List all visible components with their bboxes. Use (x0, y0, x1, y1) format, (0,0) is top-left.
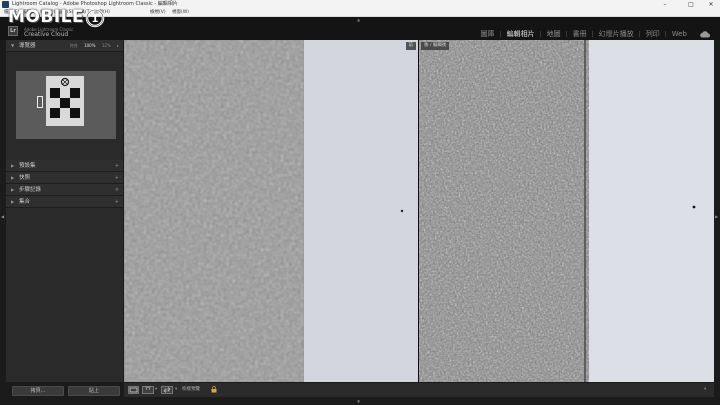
right-panel-toggle-icon[interactable]: ▶ (715, 214, 718, 219)
before-concrete-texture (124, 40, 304, 382)
toolbar-options-icon[interactable]: ▾ (704, 386, 706, 394)
checkerboard-target (50, 77, 80, 118)
module-web[interactable]: Web (667, 30, 692, 38)
before-after-mode-button[interactable]: YY (142, 386, 154, 394)
zoom-focus-box[interactable] (37, 96, 43, 108)
minimize-button[interactable]: – (654, 0, 676, 9)
navigator-zoom-options: 符合 100% 12% ▸ (65, 40, 119, 52)
collections-title: 集合 (19, 199, 31, 205)
before-view: 前 (124, 40, 418, 382)
module-book[interactable]: 書冊 (568, 29, 592, 39)
svg-text:1: 1 (92, 14, 99, 25)
loupe-view-icon (129, 387, 138, 393)
filmstrip-toggle-icon[interactable]: ▼ (357, 399, 360, 404)
mobile01-watermark: MOBILE 1 (8, 4, 105, 30)
snapshots-title: 快照 (19, 175, 31, 181)
after-label: 後 / 編輯後 (421, 42, 450, 50)
collections-header[interactable]: ▶ 集合 + (6, 196, 123, 208)
navigator-preview[interactable] (16, 71, 116, 139)
menu-bar: 檔案(F) 編輯(E) 相片(P) 設定(S) 工具(T) 檢視(V) 視窗(W… (0, 9, 720, 17)
watermark-logo-icon: 1 (85, 6, 105, 28)
expand-triangle-icon: ▶ (11, 163, 15, 168)
loupe-view-button[interactable] (128, 386, 139, 394)
soft-proofing-label: 校樣預覽 (182, 387, 200, 392)
expand-triangle-icon: ▶ (11, 175, 15, 180)
clear-history-icon[interactable]: × (115, 184, 119, 196)
after-view: 後 / 編輯後 (419, 40, 714, 382)
after-concrete-texture (419, 40, 589, 382)
left-panel-footer: 拷貝... 貼上 (6, 383, 123, 397)
soft-proofing-checkbox[interactable] (210, 386, 218, 394)
add-preset-icon[interactable]: + (115, 160, 119, 172)
expand-triangle-icon: ▶ (11, 187, 15, 192)
module-map[interactable]: 地圖 (542, 29, 566, 39)
identity-plate-subtitle: Creative Cloud (24, 31, 69, 38)
paste-settings-button[interactable]: 貼上 (68, 386, 120, 396)
after-paper-area (589, 40, 714, 382)
snapshots-header[interactable]: ▶ 快照 + (6, 172, 123, 184)
maximize-button[interactable]: □ (680, 0, 702, 9)
swap-before-after-button[interactable] (161, 386, 173, 394)
module-picker: 圖庫 | 編輯相片 | 地圖 | 書冊 | 幻燈片播放 | 列印 | Web (476, 29, 710, 39)
collapse-triangle-icon: ▼ (11, 43, 15, 48)
module-library[interactable]: 圖庫 (476, 29, 500, 39)
menu-view[interactable]: 檢視(V) (150, 9, 166, 17)
watermark-text: MOBILE (8, 7, 85, 27)
menu-window[interactable]: 視窗(W) (172, 9, 189, 17)
before-paper-speck (400, 209, 404, 213)
module-develop[interactable]: 編輯相片 (502, 29, 540, 39)
preview-test-card (46, 76, 84, 126)
add-snapshot-icon[interactable]: + (115, 172, 119, 184)
swap-icon (163, 387, 171, 393)
navigator-header[interactable]: ▼ 導覽器 符合 100% 12% ▸ (6, 40, 123, 52)
zoom-100[interactable]: 100% (84, 43, 95, 48)
develop-toolbar: YY ▾ ▾ 校樣預覽 ▾ (124, 382, 714, 397)
module-print[interactable]: 列印 (641, 29, 665, 39)
presets-title: 預設集 (19, 163, 36, 169)
history-title: 步驟記錄 (19, 187, 42, 193)
navigator-title: 導覽器 (19, 43, 36, 49)
before-paper-area (304, 40, 418, 382)
lock-icon (211, 386, 217, 393)
before-label: 前 (405, 42, 416, 50)
expand-triangle-icon: ▶ (11, 199, 15, 204)
add-collection-icon[interactable]: + (115, 196, 119, 208)
after-paper-speck (692, 205, 696, 209)
left-panel: ▼ 導覽器 符合 100% 12% ▸ ▶ 預設集 + ▶ 快照 + ▶ 步驟記… (6, 40, 123, 382)
zoom-dropdown-icon[interactable]: ▸ (117, 43, 119, 48)
presets-header[interactable]: ▶ 預設集 + (6, 160, 123, 172)
close-button[interactable]: ✕ (700, 0, 720, 9)
zoom-fit[interactable]: 符合 (70, 43, 78, 48)
left-panel-toggle-icon[interactable]: ◀ (1, 214, 4, 219)
mode-dropdown-icon[interactable]: ▾ (155, 386, 157, 394)
photo-viewer[interactable]: 前 後 / 編輯後 (124, 40, 714, 382)
top-panel-toggle-icon[interactable]: ▲ (357, 17, 360, 22)
module-slideshow[interactable]: 幻燈片播放 (594, 29, 639, 39)
zoom-custom[interactable]: 12% (102, 43, 111, 48)
copy-settings-button[interactable]: 拷貝... (12, 386, 64, 396)
cloud-sync-icon[interactable] (700, 30, 710, 38)
history-header[interactable]: ▶ 步驟記錄 × (6, 184, 123, 196)
swap-dropdown-icon[interactable]: ▾ (175, 386, 177, 394)
window-title-bar: Lightroom Catalog - Adobe Photoshop Ligh… (0, 0, 720, 9)
